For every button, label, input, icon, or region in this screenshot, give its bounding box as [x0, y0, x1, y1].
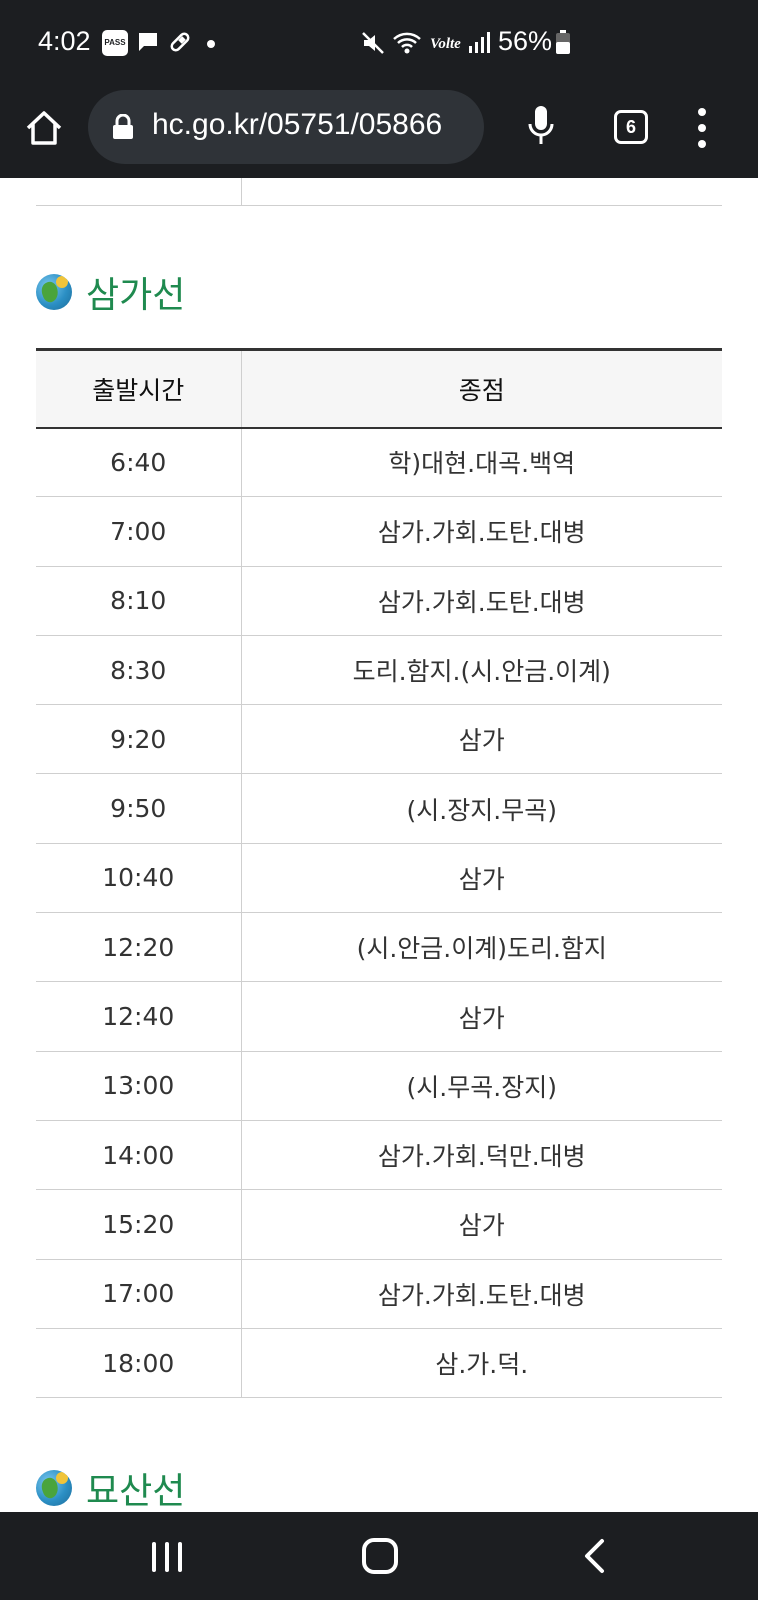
departure-time-cell: 8:10: [36, 566, 241, 636]
globe-icon: [36, 1470, 72, 1506]
destination-cell: 삼가.가회.도탄.대병: [240, 566, 722, 636]
previous-table-row: [36, 178, 722, 206]
table-row: 9:50 (시.장지.무곡): [36, 773, 722, 844]
header-departure-time: 출발시간: [36, 348, 241, 429]
section-title-samga: 삼가선: [36, 266, 185, 318]
table-row: 12:40 삼가: [36, 981, 722, 1052]
nav-back-button[interactable]: [582, 1538, 606, 1578]
schedule-table: 출발시간 종점 6:40 학)대현.대곡.백역 7:00 삼가.가회.도탄.대병 8…: [36, 348, 722, 1399]
destination-cell: (시.무곡.장지): [240, 1051, 722, 1121]
globe-icon: [36, 274, 72, 310]
tabs-button[interactable]: 6: [614, 110, 648, 144]
message-icon: [136, 30, 160, 58]
departure-time-cell: 6:40: [36, 427, 241, 498]
destination-cell: (시.장지.무곡): [240, 773, 722, 844]
departure-time-cell: 12:20: [36, 912, 241, 983]
header-destination: 종점: [240, 348, 722, 429]
mute-icon: [360, 30, 386, 60]
table-row: 13:00 (시.무곡.장지): [36, 1051, 722, 1121]
destination-cell: 삼가: [240, 1189, 722, 1260]
destination-cell: 삼.가.덕.: [240, 1328, 722, 1399]
section-title-text: 묘산선: [86, 1471, 186, 1512]
departure-time-cell: 15:20: [36, 1189, 241, 1260]
destination-cell: 삼가.가회.도탄.대병: [240, 1259, 722, 1329]
destination-cell: 삼가.가회.덕만.대병: [240, 1120, 722, 1191]
battery-percent: 56%: [498, 26, 553, 56]
signal-icon: [468, 32, 490, 58]
destination-cell: 삼가: [240, 843, 722, 914]
dot-icon: [698, 140, 706, 148]
nav-home-button[interactable]: [362, 1538, 398, 1574]
table-row: 18:00 삼.가.덕.: [36, 1328, 722, 1399]
status-time: 4:02: [38, 26, 91, 56]
departure-time-cell: 7:00: [36, 496, 241, 567]
mic-icon: [528, 106, 554, 144]
departure-time-cell: 18:00: [36, 1328, 241, 1399]
dot-icon: [698, 124, 706, 132]
mic-button[interactable]: [528, 106, 554, 150]
table-row: 10:40 삼가: [36, 843, 722, 914]
table-row: 7:00 삼가.가회.도탄.대병: [36, 496, 722, 567]
system-nav-bar: [0, 1512, 758, 1600]
departure-time-cell: 13:00: [36, 1051, 241, 1121]
home-icon: [26, 111, 62, 145]
page-content: 삼가선 출발시간 종점 6:40 학)대현.대곡.백역 7:00 삼가.가회.도탄.…: [0, 178, 758, 1512]
more-menu-button[interactable]: [696, 108, 708, 148]
destination-cell: 도리.함지.(시.안금.이계): [240, 635, 722, 706]
departure-time-cell: 17:00: [36, 1259, 241, 1329]
departure-time-cell: 9:20: [36, 704, 241, 775]
recent-apps-icon: [152, 1542, 156, 1572]
recent-apps-icon: [178, 1542, 182, 1572]
status-bar: 4:02 PASS Volte 56%: [0, 0, 758, 88]
table-row: 6:40 학)대현.대곡.백역: [36, 427, 722, 498]
destination-cell: 학)대현.대곡.백역: [240, 427, 722, 498]
section-title-next: 묘산선: [36, 1462, 185, 1512]
column-divider: [241, 178, 242, 206]
destination-cell: (시.안금.이계)도리.함지: [240, 912, 722, 983]
dot-icon: [698, 108, 706, 116]
table-row: 15:20 삼가: [36, 1189, 722, 1260]
table-row: 17:00 삼가.가회.도탄.대병: [36, 1259, 722, 1329]
url-text[interactable]: hc.go.kr/05751/05866: [152, 108, 442, 142]
dot-icon: [207, 40, 215, 48]
departure-time-cell: 12:40: [36, 981, 241, 1052]
table-row: 9:20 삼가: [36, 704, 722, 775]
table-row: 12:20 (시.안금.이계)도리.함지: [36, 912, 722, 983]
pass-icon: PASS: [102, 30, 128, 56]
back-icon: [585, 1539, 604, 1573]
destination-cell: 삼가.가회.도탄.대병: [240, 496, 722, 567]
lock-icon: [112, 113, 134, 144]
table-row: 8:10 삼가.가회.도탄.대병: [36, 566, 722, 636]
table-header-row: 출발시간 종점: [36, 348, 722, 429]
destination-cell: 삼가: [240, 704, 722, 775]
battery-icon: [556, 30, 570, 58]
destination-cell: 삼가: [240, 981, 722, 1052]
departure-time-cell: 8:30: [36, 635, 241, 706]
home-button[interactable]: [22, 106, 66, 150]
departure-time-cell: 9:50: [36, 773, 241, 844]
departure-time-cell: 14:00: [36, 1120, 241, 1191]
url-bar[interactable]: hc.go.kr/05751/05866: [88, 90, 484, 164]
departure-time-cell: 10:40: [36, 843, 241, 914]
table-row: 8:30 도리.함지.(시.안금.이계): [36, 635, 722, 706]
wifi-icon: [392, 30, 422, 60]
recent-apps-button[interactable]: [152, 1542, 186, 1572]
browser-toolbar: hc.go.kr/05751/05866 6: [0, 88, 758, 178]
table-row: 14:00 삼가.가회.덕만.대병: [36, 1120, 722, 1191]
pill-icon: [168, 30, 192, 58]
recent-apps-icon: [165, 1542, 169, 1572]
volte-icon: Volte: [430, 36, 461, 52]
section-title-text: 삼가선: [86, 275, 186, 316]
